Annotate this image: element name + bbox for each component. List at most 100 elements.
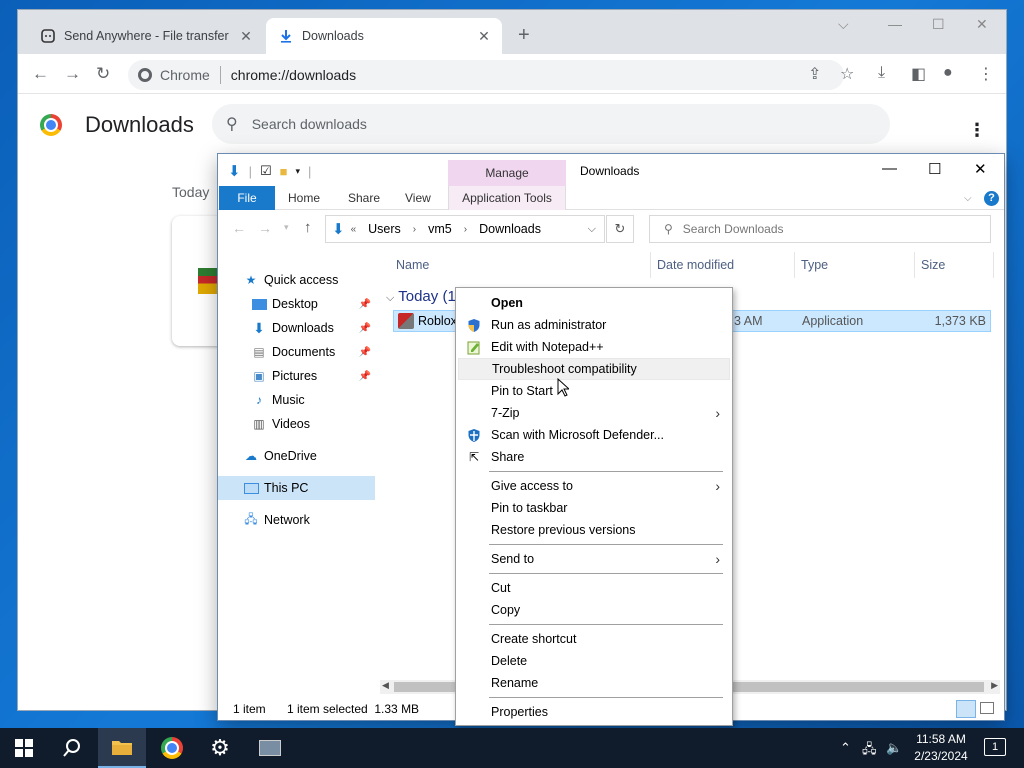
customize-toolbar-icon[interactable]: ▾	[295, 166, 300, 177]
close-icon[interactable]: ✕	[976, 16, 988, 33]
tab-share[interactable]: Share	[348, 186, 380, 210]
nav-this-pc[interactable]: This PC	[218, 476, 375, 500]
column-separator[interactable]	[794, 252, 795, 278]
menu-item-restore-previous-versions[interactable]: Restore previous versions	[458, 519, 730, 541]
tab-application-tools[interactable]: Application Tools	[448, 186, 566, 210]
volume-muted-icon[interactable]: 🔈	[886, 740, 902, 756]
column-size[interactable]: Size	[921, 258, 945, 272]
downloads-icon[interactable]: ⤓	[878, 64, 885, 82]
nav-downloads[interactable]: ⬇ Downloads 📌	[218, 316, 375, 340]
address-bar[interactable]: ⬇ « Users › vm5 › Downloads ⌵	[325, 215, 605, 243]
new-folder-icon[interactable]: ■	[280, 164, 288, 179]
menu-item-7zip[interactable]: 7-Zip ›	[458, 402, 730, 424]
menu-item-pin-to-taskbar[interactable]: Pin to taskbar	[458, 497, 730, 519]
recent-locations-icon[interactable]: ▾	[284, 222, 289, 233]
forward-icon[interactable]: →	[64, 64, 81, 84]
network-icon[interactable]: 🖧	[862, 740, 877, 762]
close-tab-icon[interactable]: ✕	[476, 28, 492, 45]
chevron-down-icon[interactable]: ⌵	[386, 292, 394, 304]
details-view-icon[interactable]	[956, 700, 976, 718]
chevron-right-icon[interactable]: ›	[464, 224, 467, 235]
column-separator[interactable]	[650, 252, 651, 278]
settings-taskbar-button[interactable]: ⚙	[196, 728, 244, 768]
menu-item-cut[interactable]: Cut	[458, 577, 730, 599]
tab-send-anywhere[interactable]: Send Anywhere - File transfer ✕	[28, 18, 264, 54]
scroll-right-icon[interactable]: ▶	[991, 680, 998, 691]
nav-quick-access[interactable]: ★ Quick access	[218, 268, 375, 292]
close-icon[interactable]: ✕	[974, 160, 987, 178]
menu-item-rename[interactable]: Rename	[458, 672, 730, 694]
back-icon[interactable]: ←	[232, 220, 246, 236]
search-button[interactable]	[48, 728, 96, 768]
menu-item-scan-defender[interactable]: Scan with Microsoft Defender...	[458, 424, 730, 446]
menu-item-properties[interactable]: Properties	[458, 701, 730, 723]
up-icon[interactable]: ↑	[304, 219, 312, 236]
breadcrumb-users[interactable]: Users	[368, 222, 401, 236]
maximize-icon[interactable]: ☐	[932, 16, 945, 33]
minimize-icon[interactable]: —	[882, 160, 897, 177]
profile-avatar-icon[interactable]: ●	[943, 64, 953, 82]
tab-search-icon[interactable]: ⌵	[838, 16, 849, 33]
menu-item-pin-to-start[interactable]: Pin to Start	[458, 380, 730, 402]
manage-tab[interactable]: Manage	[448, 160, 566, 186]
tab-downloads[interactable]: Downloads ✕	[266, 18, 502, 54]
tab-file[interactable]: File	[219, 186, 275, 210]
large-icons-view-icon[interactable]	[980, 702, 994, 714]
menu-item-copy[interactable]: Copy	[458, 599, 730, 621]
help-icon[interactable]: ?	[984, 186, 999, 210]
maximize-icon[interactable]: ☐	[928, 160, 941, 178]
menu-item-give-access[interactable]: Give access to ›	[458, 475, 730, 497]
breadcrumb-downloads[interactable]: Downloads	[479, 222, 541, 236]
forward-icon[interactable]: →	[258, 220, 272, 236]
chevron-down-icon[interactable]: ⌵	[588, 223, 596, 236]
refresh-button[interactable]: ↻	[606, 215, 634, 243]
menu-item-delete[interactable]: Delete	[458, 650, 730, 672]
side-panel-icon[interactable]: ◧	[911, 64, 926, 84]
app-taskbar-button[interactable]	[246, 728, 294, 768]
chrome-taskbar-button[interactable]	[148, 728, 196, 768]
search-downloads-input[interactable]: ⚲ Search downloads	[212, 104, 890, 144]
menu-icon[interactable]: ⋮	[978, 64, 994, 84]
menu-item-send-to[interactable]: Send to ›	[458, 548, 730, 570]
menu-item-troubleshoot-compatibility[interactable]: Troubleshoot compatibility	[458, 358, 730, 380]
expand-ribbon-icon[interactable]: ⌵	[964, 186, 972, 210]
column-separator[interactable]	[914, 252, 915, 278]
menu-item-open[interactable]: Open	[458, 292, 730, 314]
file-explorer-taskbar-button[interactable]	[98, 728, 146, 768]
close-tab-icon[interactable]: ✕	[238, 28, 254, 45]
tab-view[interactable]: View	[405, 186, 431, 210]
address-overflow[interactable]: «	[351, 224, 357, 235]
column-name[interactable]: Name	[396, 258, 429, 272]
menu-item-edit-notepad[interactable]: Edit with Notepad++	[458, 336, 730, 358]
column-date-modified[interactable]: Date modified	[657, 258, 734, 272]
scroll-left-icon[interactable]: ◀	[382, 680, 389, 691]
nav-videos[interactable]: ▥ Videos	[218, 412, 375, 436]
nav-onedrive[interactable]: ☁ OneDrive	[218, 444, 375, 468]
search-downloads-input[interactable]: ⚲ Search Downloads	[649, 215, 991, 243]
column-type[interactable]: Type	[801, 258, 828, 272]
tab-home[interactable]: Home	[288, 186, 320, 210]
nav-music[interactable]: ♪ Music	[218, 388, 375, 412]
new-tab-button[interactable]: +	[518, 24, 530, 47]
back-icon[interactable]: ←	[32, 64, 49, 84]
nav-desktop[interactable]: Desktop 📌	[218, 292, 375, 316]
nav-network[interactable]: 🖧 Network	[218, 508, 375, 532]
minimize-icon[interactable]: —	[888, 16, 902, 32]
notifications-button[interactable]: 1	[984, 738, 1006, 756]
more-actions-icon[interactable]: ⋮	[968, 120, 986, 141]
column-separator[interactable]	[993, 252, 994, 278]
start-button[interactable]	[0, 728, 48, 768]
share-icon[interactable]: ⇪	[808, 64, 821, 84]
bookmark-star-icon[interactable]: ☆	[840, 64, 854, 84]
system-clock[interactable]: 11:58 AM 2/23/2024	[906, 731, 976, 765]
menu-item-run-as-administrator[interactable]: Run as administrator	[458, 314, 730, 336]
breadcrumb-vm5[interactable]: vm5	[428, 222, 452, 236]
group-header-today[interactable]: ⌵ Today (1	[386, 288, 456, 305]
chevron-right-icon[interactable]: ›	[413, 224, 416, 235]
nav-pictures[interactable]: ▣ Pictures 📌	[218, 364, 375, 388]
address-bar[interactable]: Chrome chrome://downloads	[128, 60, 844, 90]
download-icon[interactable]: ⬇	[228, 162, 241, 180]
menu-item-create-shortcut[interactable]: Create shortcut	[458, 628, 730, 650]
nav-documents[interactable]: ▤ Documents 📌	[218, 340, 375, 364]
menu-item-share[interactable]: ⇱ Share	[458, 446, 730, 468]
